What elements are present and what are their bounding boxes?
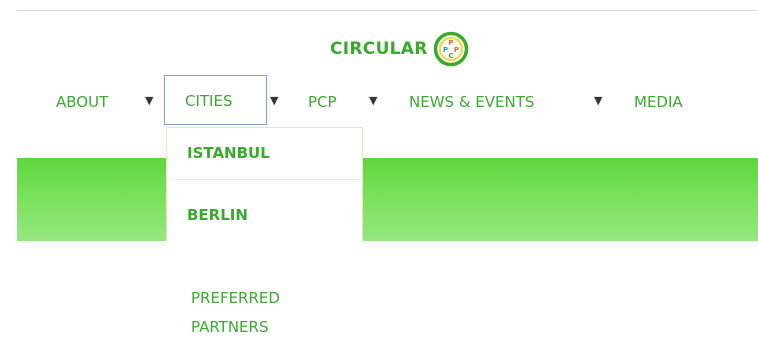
cities-dropdown-menu: ISTANBUL BERLIN bbox=[166, 127, 363, 241]
badge-letter-top: P bbox=[448, 39, 453, 47]
nav-news-caret-icon[interactable]: ▼ bbox=[594, 92, 602, 110]
badge-letter-left: P bbox=[443, 46, 448, 54]
nav-item-media[interactable]: MEDIA bbox=[634, 91, 683, 113]
nav-item-news-events[interactable]: NEWS & EVENTS bbox=[409, 91, 534, 113]
nav-item-about[interactable]: ABOUT bbox=[56, 91, 108, 113]
nav-item-cities-label: CITIES bbox=[185, 92, 233, 110]
top-divider bbox=[17, 10, 758, 11]
logo-text: CIRCULAR bbox=[330, 39, 428, 59]
nav-pcp-caret-icon[interactable]: ▼ bbox=[369, 92, 377, 110]
dropdown-item-istanbul[interactable]: ISTANBUL bbox=[167, 128, 362, 178]
dropdown-divider bbox=[167, 179, 362, 180]
nav-item-cities[interactable]: CITIES bbox=[164, 75, 267, 125]
nav-cities-caret-icon[interactable]: ▼ bbox=[270, 92, 278, 110]
site-logo[interactable]: CIRCULAR P P P C bbox=[330, 31, 469, 67]
nav-item-pcp[interactable]: PCP bbox=[308, 91, 337, 113]
preferred-partners-line1: PREFERRED bbox=[191, 289, 280, 307]
badge-letter-right: P bbox=[454, 46, 459, 54]
dropdown-item-berlin[interactable]: BERLIN bbox=[167, 190, 362, 240]
preferred-partners-line2: PARTNERS bbox=[191, 318, 269, 336]
badge-letter-bottom: C bbox=[448, 52, 453, 60]
logo-badge-icon: P P P C bbox=[433, 31, 468, 67]
nav-about-caret-icon[interactable]: ▼ bbox=[145, 92, 153, 110]
preferred-partners-link[interactable]: PREFERRED PARTNERS bbox=[191, 284, 331, 342]
hero-banner bbox=[17, 158, 758, 241]
